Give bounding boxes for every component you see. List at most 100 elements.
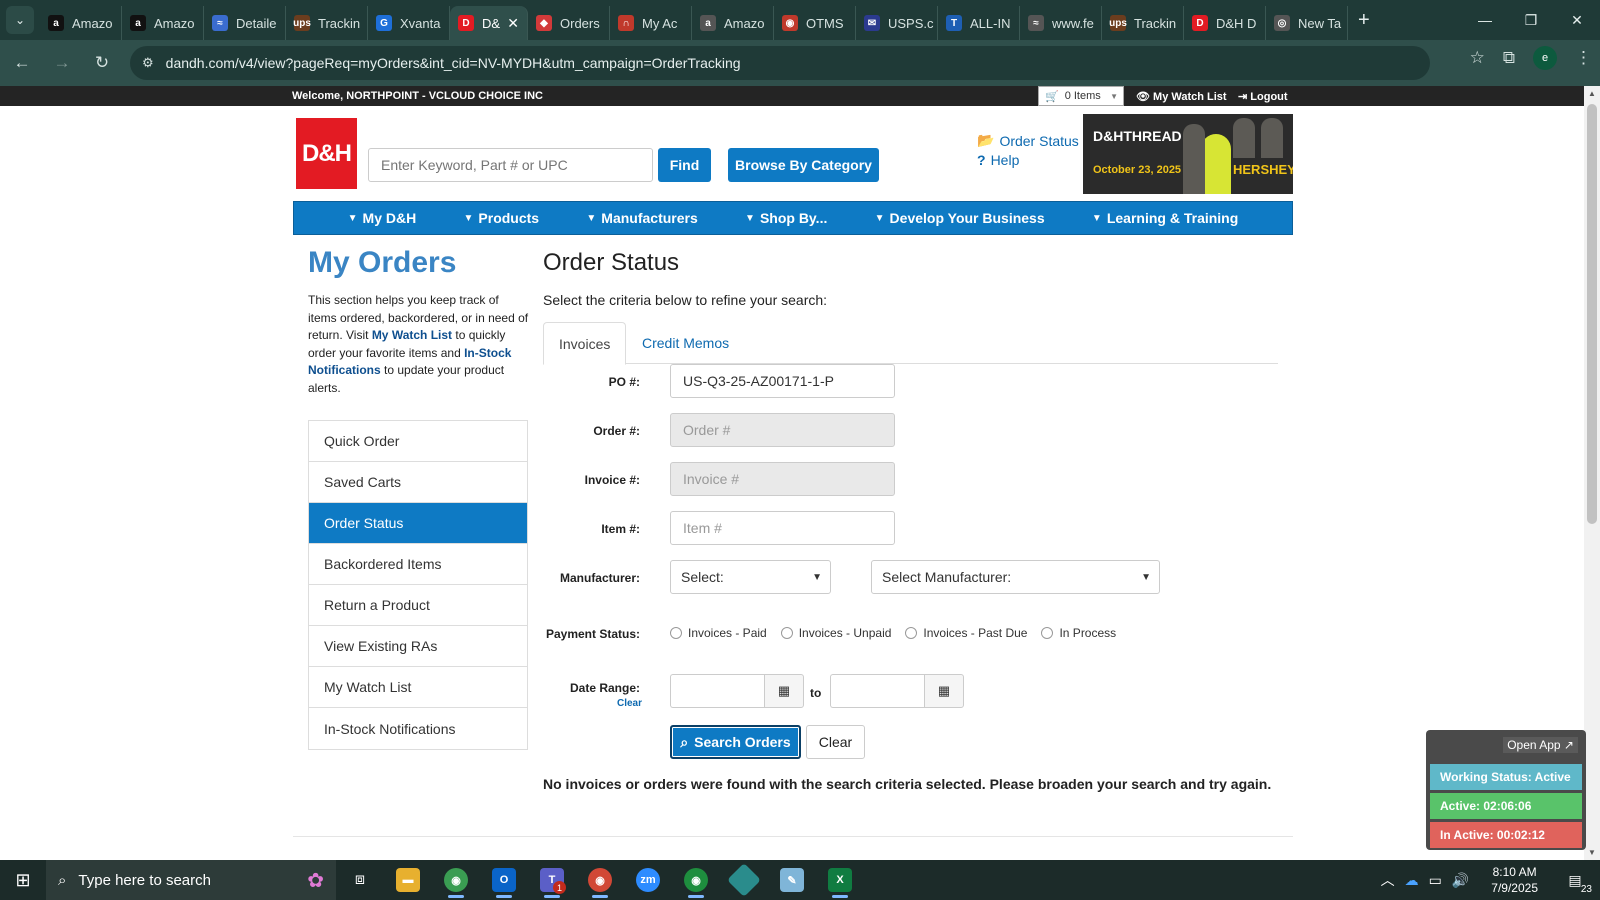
- date-from-input[interactable]: [670, 674, 765, 708]
- calendar-icon[interactable]: ▦: [764, 674, 804, 708]
- file-explorer-icon[interactable]: ▬: [384, 860, 432, 900]
- chrome-profile-icon[interactable]: ◉: [576, 860, 624, 900]
- radio-circle[interactable]: [780, 627, 793, 639]
- radio-circle[interactable]: [670, 627, 682, 639]
- close-tab-icon[interactable]: ✕: [507, 15, 519, 32]
- scroll-thumb[interactable]: [1587, 104, 1597, 524]
- browser-tab[interactable]: T ALL-IN: [938, 6, 1020, 40]
- notepad-icon[interactable]: ✎: [768, 860, 816, 900]
- taskbar-search[interactable]: ⌕ Type here to search ✿: [46, 860, 336, 900]
- onedrive-icon[interactable]: ☁: [1405, 872, 1419, 889]
- browser-tab[interactable]: a Amazo: [122, 6, 204, 40]
- radio-circle[interactable]: [1041, 627, 1054, 639]
- forward-icon[interactable]: →: [44, 45, 80, 81]
- windows-start-icon[interactable]: ⊞: [0, 860, 46, 900]
- invoice-input[interactable]: Invoice #: [670, 462, 895, 496]
- scroll-up-icon[interactable]: ▲: [1588, 89, 1596, 98]
- sidebar-item[interactable]: In-Stock Notifications: [309, 708, 527, 749]
- scroll-down-icon[interactable]: ▼: [1588, 848, 1596, 857]
- chrome-icon[interactable]: ◉: [432, 860, 480, 900]
- site-settings-icon[interactable]: ⚙: [142, 55, 154, 71]
- radio-circle[interactable]: [905, 627, 918, 639]
- cart-dropdown[interactable]: 🛒 0 Items ▼: [1038, 86, 1124, 106]
- manufacturer-select[interactable]: Select Manufacturer: ▼: [871, 560, 1160, 594]
- browser-tab[interactable]: D D&H D: [1184, 6, 1266, 40]
- browser-tab[interactable]: a Amazo: [40, 6, 122, 40]
- tab-search-button[interactable]: ⌄: [6, 6, 34, 34]
- new-tab-button[interactable]: +: [1358, 9, 1370, 32]
- zoom-icon[interactable]: zm: [624, 860, 672, 900]
- volume-icon[interactable]: 🔊: [1452, 872, 1469, 889]
- tab-credit-memos[interactable]: Credit Memos: [627, 322, 744, 364]
- restore-icon[interactable]: ❐: [1508, 0, 1554, 40]
- browser-tab[interactable]: D D& ✕: [450, 6, 528, 40]
- minimize-icon[interactable]: —: [1462, 0, 1508, 40]
- nav-item[interactable]: ▼ My D&H: [348, 210, 417, 226]
- nav-item[interactable]: ▼ Products: [464, 210, 540, 226]
- sidebar-item[interactable]: Saved Carts: [309, 462, 527, 503]
- app-icon[interactable]: [720, 860, 768, 900]
- search-input[interactable]: [368, 148, 653, 182]
- browser-tab[interactable]: ≈ www.fe: [1020, 6, 1102, 40]
- logout-link[interactable]: ⇥ Logout: [1238, 90, 1288, 103]
- close-window-icon[interactable]: ✕: [1554, 0, 1600, 40]
- po-input[interactable]: US-Q3-25-AZ00171-1-P: [670, 364, 895, 398]
- page-scrollbar[interactable]: ▲ ▼: [1584, 86, 1600, 860]
- clear-button[interactable]: Clear: [806, 725, 865, 759]
- order-status-link[interactable]: 📂 Order Status: [977, 132, 1079, 149]
- order-input[interactable]: Order #: [670, 413, 895, 447]
- extensions-icon[interactable]: ⧉: [1503, 48, 1515, 68]
- browser-tab[interactable]: ups Trackin: [1102, 6, 1184, 40]
- sidebar-item[interactable]: Backordered Items: [309, 544, 527, 585]
- address-bar[interactable]: ⚙ dandh.com/v4/view?pageReq=myOrders&int…: [130, 46, 1430, 80]
- watch-list-inline-link[interactable]: My Watch List: [372, 328, 452, 342]
- search-orders-button[interactable]: ⌕ Search Orders: [670, 725, 801, 759]
- help-link[interactable]: ? Help: [977, 152, 1019, 168]
- excel-icon[interactable]: X: [816, 860, 864, 900]
- back-icon[interactable]: ←: [4, 45, 40, 81]
- dh-logo[interactable]: D&H: [296, 118, 357, 189]
- browser-tab[interactable]: ✉ USPS.c: [856, 6, 938, 40]
- manufacturer-type-select[interactable]: Select: ▼: [670, 560, 831, 594]
- browser-tab[interactable]: ◎ New Ta: [1266, 6, 1348, 40]
- browser-tab[interactable]: ≈ Detaile: [204, 6, 286, 40]
- bookmark-star-icon[interactable]: ☆: [1470, 48, 1485, 68]
- event-banner[interactable]: D&HTHREAD October 23, 2025 HERSHEY: [1083, 114, 1293, 194]
- outlook-icon[interactable]: O: [480, 860, 528, 900]
- date-to-input[interactable]: [830, 674, 925, 708]
- browser-tab[interactable]: ∩ My Ac: [610, 6, 692, 40]
- profile-avatar[interactable]: e: [1533, 46, 1557, 70]
- browser-menu-icon[interactable]: ⋮: [1575, 48, 1592, 68]
- notifications-icon[interactable]: ▤ 23: [1560, 872, 1592, 895]
- nav-item[interactable]: ▼ Develop Your Business: [875, 210, 1045, 226]
- nav-item[interactable]: ▼ Manufacturers: [586, 210, 697, 226]
- nav-item[interactable]: ▼ Shop By...: [745, 210, 827, 226]
- network-icon[interactable]: ▭: [1429, 872, 1442, 889]
- find-button[interactable]: Find: [658, 148, 711, 182]
- browser-tab[interactable]: ◉ OTMS: [774, 6, 856, 40]
- payment-status-radio[interactable]: Invoices - Past Due: [905, 626, 1027, 640]
- payment-status-radio[interactable]: Invoices - Paid: [670, 626, 767, 640]
- browser-tab[interactable]: ups Trackin: [286, 6, 368, 40]
- task-view-icon[interactable]: ⧈: [336, 860, 384, 900]
- teams-icon[interactable]: T1: [528, 860, 576, 900]
- chevron-up-icon[interactable]: ︿: [1381, 870, 1395, 890]
- payment-status-radio[interactable]: Invoices - Unpaid: [780, 626, 891, 640]
- chrome-profile-icon[interactable]: ◉: [672, 860, 720, 900]
- sidebar-item[interactable]: Order Status: [309, 503, 527, 544]
- sidebar-item[interactable]: Quick Order: [309, 421, 527, 462]
- browser-tab[interactable]: G Xvanta: [368, 6, 450, 40]
- browser-tab[interactable]: a Amazo: [692, 6, 774, 40]
- sidebar-item[interactable]: Return a Product: [309, 585, 527, 626]
- sidebar-item[interactable]: View Existing RAs: [309, 626, 527, 667]
- watch-list-link[interactable]: 👁 My Watch List: [1136, 90, 1227, 103]
- sidebar-item[interactable]: My Watch List: [309, 667, 527, 708]
- date-clear-link[interactable]: Clear: [617, 698, 642, 709]
- reload-icon[interactable]: ↻: [84, 45, 120, 81]
- open-app-button[interactable]: Open App ↗: [1503, 737, 1578, 753]
- payment-status-radio[interactable]: In Process: [1041, 626, 1116, 640]
- clock[interactable]: 8:10 AM 7/9/2025: [1491, 864, 1538, 896]
- nav-item[interactable]: ▼ Learning & Training: [1092, 210, 1238, 226]
- item-input[interactable]: Item #: [670, 511, 895, 545]
- browse-category-button[interactable]: Browse By Category: [728, 148, 879, 182]
